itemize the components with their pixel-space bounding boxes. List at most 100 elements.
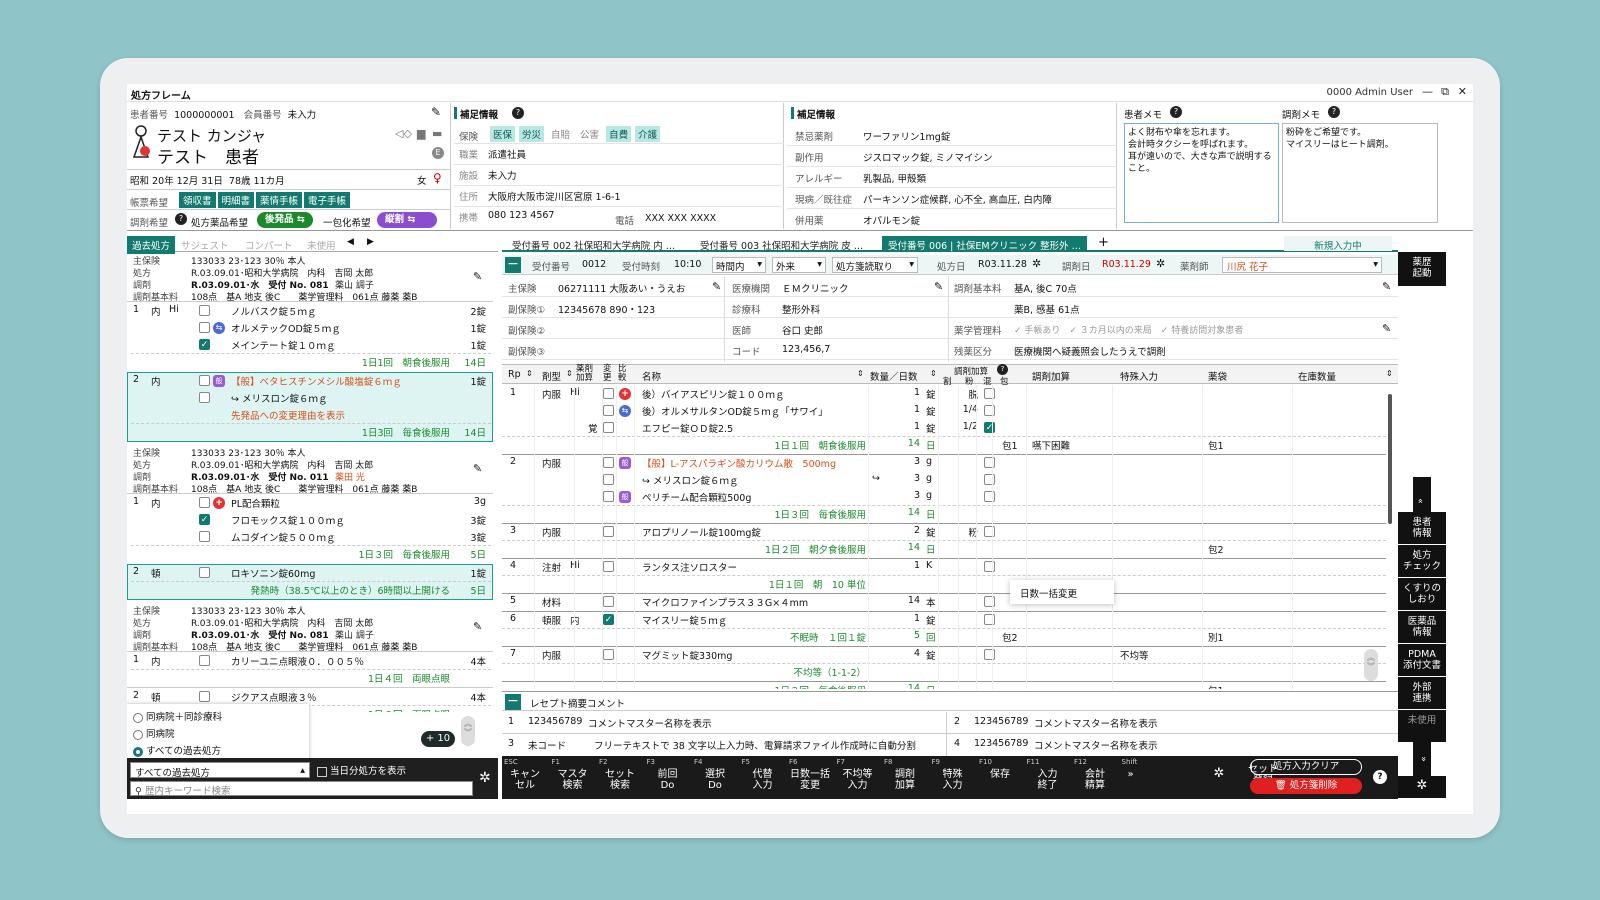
settings-key[interactable]: ✲ [1204,756,1234,796]
checkbox[interactable] [984,649,995,660]
side-action[interactable]: 医薬品 情報 [1398,611,1446,643]
pdate-value[interactable]: R03.11.28 [978,259,1027,270]
col-rp[interactable]: Rp [508,369,521,380]
function-key-f6[interactable]: F6 日数一括 変更 [787,756,833,796]
delete-rx-button[interactable]: 🗑 処方箋削除 [1250,778,1362,794]
side-action[interactable]: 患者 情報 [1398,512,1446,544]
function-key-f9[interactable]: F9 特殊 入力 [930,756,976,796]
checkbox[interactable] [199,305,210,316]
edit-icon[interactable]: ✎ [1382,280,1391,293]
function-key-f11[interactable]: F11 入力 終了 [1025,756,1071,796]
checkbox[interactable] [984,614,995,625]
days-change-popup[interactable]: 日数一括変更 [1010,580,1114,604]
history-search-input[interactable]: ⚲ 歴内キーワード検索 [130,781,473,797]
checkbox[interactable] [199,655,210,666]
radio-icon[interactable] [133,712,143,723]
next-arrow-icon[interactable]: ▶ [367,237,374,247]
insurance-tag[interactable]: 公害 [577,126,602,142]
checkbox[interactable] [984,405,995,416]
reception-tab[interactable]: 受付番号 003 社保昭和大学病院 皮 … [694,236,869,252]
patient-memo-textarea[interactable]: よく財布や傘を忘れます。 会計時タクシーを呼ばれます。 耳が遠いので、大きな声で… [1124,123,1279,223]
scroll-toggle-icon[interactable]: ︽ ︾ [461,716,475,746]
insurance-tag[interactable]: 自費 [606,126,632,142]
checkbox[interactable] [984,388,995,399]
car-icon[interactable]: ▆ [417,127,425,140]
add-tab-icon[interactable]: + [1098,235,1109,250]
function-key-esc[interactable]: ESC キャン セル [502,756,548,796]
checkbox[interactable] [603,388,614,399]
disp-memo-textarea[interactable]: 粉砕をご希望です。 マイスリーはヒート調剤。 [1282,123,1438,223]
speaker-icon[interactable]: ◁◇ [395,127,412,140]
sort-icon[interactable]: ⇕ [857,369,864,378]
checkbox-checked[interactable]: ✓ [199,514,210,525]
history-filter-select[interactable]: すべての過去処方 ▴ [130,762,310,779]
side-action[interactable]: くすりの しおり [1398,578,1446,610]
side-action[interactable]: PDMA 添付文書 [1398,644,1446,676]
generic-pref-pill[interactable]: 後発品 ⇆ [257,212,313,228]
function-key-f3[interactable]: F3 前回 Do [645,756,691,796]
help-icon[interactable]: ? [1170,106,1182,118]
checkbox[interactable] [603,491,614,502]
edit-patient-icon[interactable]: ✎ [431,105,441,119]
checkbox[interactable] [984,491,995,502]
chat-icon[interactable]: ▬ [432,127,442,140]
ledger-tag[interactable]: 薬情手帳 [256,192,303,208]
sort-icon[interactable]: ⇕ [930,369,937,378]
tab-compart[interactable]: コンパート [245,238,293,252]
ledger-tag[interactable]: 明細書 [217,192,255,208]
today-checkbox[interactable] [317,766,327,777]
insurance-tag[interactable]: 医保 [490,126,516,142]
checkbox[interactable] [984,561,995,572]
side-action[interactable]: 処方 チェック [1398,545,1446,577]
checkbox[interactable] [199,691,210,702]
sort-icon[interactable]: ⇕ [526,369,533,378]
gear-icon[interactable]: ✲ [479,770,491,786]
insurance-tag[interactable]: 労災 [519,126,545,142]
help-icon[interactable]: ? [512,107,524,119]
checkbox[interactable] [603,405,614,416]
tab-past-prescriptions[interactable]: 過去処方 [127,236,176,254]
help-icon[interactable]: ? [175,213,187,225]
drug-history-button[interactable]: 薬歴 起動 [1398,252,1446,286]
edit-icon[interactable]: ✎ [1382,322,1391,335]
info-e-icon[interactable]: E [432,147,444,159]
sort-icon[interactable]: ⇕ [566,369,573,378]
checkbox-checked[interactable]: ✓ [603,614,614,625]
checkbox[interactable] [199,531,210,542]
checkbox[interactable] [603,526,614,537]
tab-suggest[interactable]: サジェスト [181,238,229,252]
calendar-icon[interactable]: ✲ [1032,257,1041,270]
within-hours-select[interactable]: 時間内 ▾ [712,257,766,273]
close-button[interactable]: ✕ [1458,85,1467,98]
tab-unused[interactable]: 未使用 [307,238,336,252]
scroll-toggle-icon[interactable]: ︽ ︾ [1364,649,1378,681]
checkbox[interactable] [199,567,210,578]
help-icon[interactable]: ? [1373,770,1387,784]
minimize-button[interactable]: — [1422,85,1433,98]
function-key-f12[interactable]: F12 会計 精算 [1072,756,1118,796]
help-icon[interactable]: ? [997,364,1008,375]
clear-rx-button[interactable]: 処方入力クリア [1250,759,1362,775]
reception-tab[interactable]: 受付番号 002 社保昭和大学病院 内 … [506,236,681,252]
calendar-icon[interactable]: ✲ [1156,257,1165,270]
function-key-f4[interactable]: F4 選択 Do [692,756,738,796]
prev-arrow-icon[interactable]: ◀ [347,237,354,247]
edit-icon[interactable]: ✎ [712,280,721,293]
insurance-tag[interactable]: 介護 [635,126,661,142]
edit-icon[interactable]: ✎ [473,620,482,633]
ddate-value[interactable]: R03.11.29 [1102,259,1151,270]
checkbox[interactable] [603,561,614,572]
checkbox[interactable] [603,422,614,433]
edit-icon[interactable]: ✎ [473,270,482,283]
checkbox[interactable] [984,457,995,468]
more-badge[interactable]: + 10 [421,731,455,747]
checkbox[interactable] [603,474,614,485]
ledger-tag[interactable]: 領収書 [179,192,216,208]
ledger-tag[interactable]: 電子手帳 [304,192,351,208]
function-key-f7[interactable]: F7 不均等 入力 [835,756,881,796]
function-key-shift[interactable]: Shift » [1120,756,1142,796]
edit-icon[interactable]: ✎ [934,280,943,293]
checkbox[interactable] [984,474,995,485]
insurance-tag[interactable]: 自賠 [548,126,573,142]
side-action[interactable]: 外部 連携 [1398,677,1446,709]
